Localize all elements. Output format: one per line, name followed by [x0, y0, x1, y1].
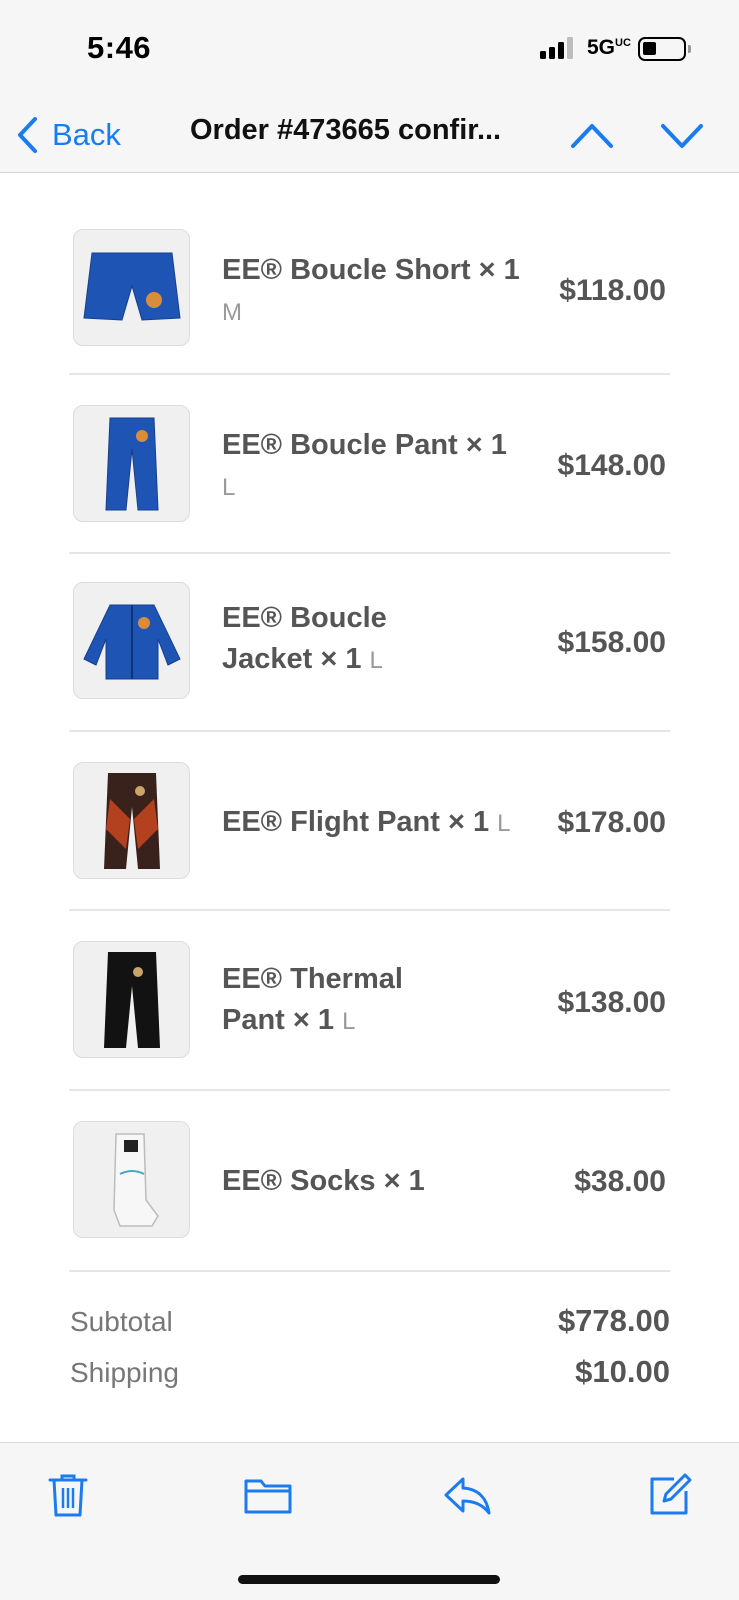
subtotal-row: Subtotal $778.00: [70, 1303, 670, 1346]
home-indicator[interactable]: [238, 1575, 500, 1584]
order-item: EE® Boucle Pant × 1L $148.00: [69, 375, 670, 554]
chevron-up-icon: [571, 124, 613, 148]
product-image-white-socks: [73, 1121, 190, 1238]
back-label: Back: [52, 117, 121, 152]
product-image-blue-pants: [73, 405, 190, 522]
order-item: EE® Thermal Pant × 1 L $138.00: [69, 911, 670, 1091]
chevron-down-icon: [661, 124, 703, 148]
network-type: 5GUC: [587, 36, 631, 59]
subtotal-value: $778.00: [557, 1303, 670, 1338]
order-item: EE® Socks × 1 $38.00: [69, 1091, 670, 1272]
order-item: EE® Boucle Jacket × 1 L $158.00: [69, 554, 670, 732]
delete-button[interactable]: [42, 1469, 94, 1521]
item-price: $158.00: [557, 626, 666, 659]
product-image-blue-jacket: [73, 582, 190, 699]
previous-message-button[interactable]: [570, 116, 614, 156]
product-image-black-thermal-pants: [73, 941, 190, 1058]
item-variant: M: [222, 299, 242, 326]
next-message-button[interactable]: [660, 116, 704, 156]
item-price: $38.00: [574, 1165, 666, 1198]
product-image-brown-flight-pants: [73, 762, 190, 879]
product-image-blue-shorts: [73, 229, 190, 346]
shipping-value: $10.00: [575, 1354, 670, 1389]
trash-icon: [48, 1474, 88, 1517]
item-name: EE® Boucle Pant × 1L: [222, 429, 507, 501]
item-variant: L: [369, 647, 383, 674]
item-price: $138.00: [557, 986, 666, 1019]
item-name: EE® Flight Pant × 1 L: [222, 806, 511, 838]
subtotal-label: Subtotal: [70, 1306, 173, 1337]
compose-icon: [650, 1473, 692, 1515]
item-variant: L: [222, 474, 236, 501]
chevron-left-icon: [18, 117, 37, 153]
item-name: EE® Thermal Pant × 1 L: [222, 963, 403, 1036]
cellular-signal-icon: [540, 37, 576, 59]
email-body[interactable]: EE® Boucle Short × 1M $118.00 EE® Boucle…: [0, 174, 739, 1442]
navigation-bar: Back Order #473665 confir...: [0, 100, 739, 173]
folder-icon: [244, 1479, 292, 1514]
battery-icon: [638, 37, 691, 61]
status-bar: 5:46 5GUC: [0, 0, 739, 100]
item-name: EE® Socks × 1: [222, 1165, 425, 1197]
item-variant: L: [497, 810, 511, 837]
reply-icon: [444, 1477, 491, 1515]
page-title: Order #473665 confir...: [190, 114, 502, 146]
item-name: EE® Boucle Jacket × 1 L: [222, 602, 387, 675]
item-price: $148.00: [557, 449, 666, 482]
compose-button[interactable]: [644, 1469, 696, 1521]
item-variant: L: [342, 1008, 356, 1035]
item-price: $118.00: [559, 274, 666, 307]
item-name: EE® Boucle Short × 1M: [222, 254, 520, 326]
shipping-row: Shipping $10.00: [70, 1354, 670, 1397]
status-time: 5:46: [87, 30, 152, 65]
reply-button[interactable]: [440, 1469, 496, 1521]
shipping-label: Shipping: [70, 1357, 179, 1388]
order-item: EE® Boucle Short × 1M $118.00: [69, 174, 670, 375]
move-to-folder-button[interactable]: [240, 1469, 296, 1521]
item-price: $178.00: [557, 806, 666, 839]
order-item: EE® Flight Pant × 1 L $178.00: [69, 732, 670, 911]
back-button[interactable]: Back: [16, 110, 121, 160]
